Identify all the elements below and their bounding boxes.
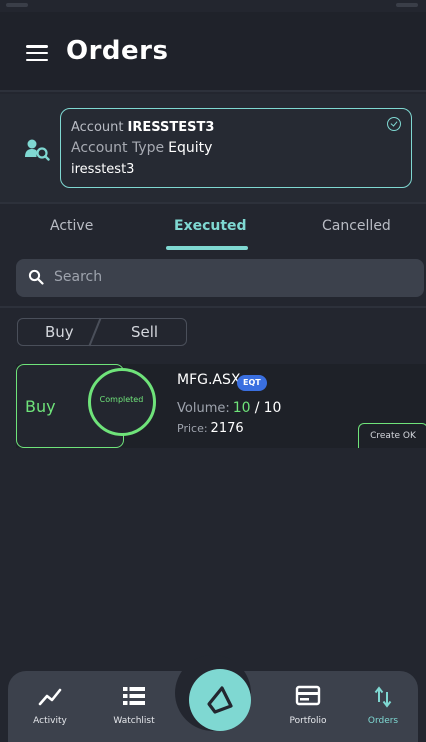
instrument-badge: EQT bbox=[237, 375, 267, 391]
nav-label: Orders bbox=[367, 716, 399, 726]
order-status: Completed bbox=[99, 395, 144, 404]
nav-label: Portfolio bbox=[289, 716, 327, 726]
list-icon bbox=[123, 687, 145, 705]
volume-filled: 10 bbox=[232, 400, 251, 416]
account-type-label: Account Type bbox=[71, 140, 165, 156]
volume-label: Volume: bbox=[177, 401, 230, 416]
account-user: iresstest3 bbox=[71, 162, 135, 177]
nav-item-watchlist[interactable]: Watchlist bbox=[100, 671, 168, 742]
volume-total: 10 bbox=[263, 400, 282, 416]
account-type-row: Account Type Equity bbox=[71, 140, 212, 156]
status-badge: Completed bbox=[88, 368, 156, 436]
divider bbox=[0, 90, 426, 92]
orders-arrows-icon bbox=[374, 686, 392, 708]
check-circle-icon bbox=[387, 117, 401, 131]
portfolio-icon bbox=[295, 685, 321, 706]
order-price: Price: 2176 bbox=[177, 421, 244, 436]
diamond-trade-icon bbox=[207, 686, 233, 714]
account-label: Account bbox=[71, 120, 124, 135]
app-header: Orders bbox=[0, 12, 426, 90]
account-row: Account IRESSTEST3 bbox=[71, 120, 214, 135]
price-value: 2176 bbox=[210, 421, 244, 436]
account-value: IRESSTEST3 bbox=[127, 120, 215, 135]
nav-label: Activity bbox=[33, 716, 67, 726]
nav-item-orders[interactable]: Orders bbox=[358, 671, 408, 742]
search-icon bbox=[28, 269, 44, 285]
nav-label: Watchlist bbox=[113, 716, 155, 726]
create-ok-button[interactable]: Create OK bbox=[358, 423, 426, 448]
account-search-icon[interactable] bbox=[24, 136, 50, 162]
account-type-value: Equity bbox=[168, 140, 213, 156]
account-card[interactable]: Account IRESSTEST3 Account Type Equity ire… bbox=[60, 108, 412, 188]
activity-chart-icon bbox=[38, 688, 62, 706]
order-volume: Volume: 10 / 10 bbox=[177, 400, 281, 416]
filter-buy-button[interactable]: Buy bbox=[45, 323, 74, 341]
tab-cancelled[interactable]: Cancelled bbox=[322, 218, 391, 234]
quick-trade-button[interactable] bbox=[189, 669, 251, 731]
status-indicator bbox=[396, 3, 418, 7]
price-label: Price: bbox=[177, 422, 208, 435]
nav-item-activity[interactable]: Activity bbox=[20, 671, 80, 742]
search-input[interactable]: Search bbox=[16, 259, 424, 297]
page-title: Orders bbox=[66, 36, 169, 66]
nav-item-portfolio[interactable]: Portfolio bbox=[276, 671, 340, 742]
order-tabs: Active Executed Cancelled bbox=[0, 204, 426, 252]
tab-executed[interactable]: Executed bbox=[174, 218, 247, 234]
order-side-label: Buy bbox=[25, 397, 56, 416]
filter-separator bbox=[88, 317, 102, 347]
side-filter: Buy Sell bbox=[17, 317, 187, 347]
status-indicator bbox=[6, 3, 28, 7]
tab-active[interactable]: Active bbox=[50, 218, 93, 234]
menu-icon[interactable] bbox=[26, 45, 48, 62]
status-bar bbox=[0, 0, 426, 12]
order-row[interactable]: Buy Completed MFG.ASX EQT Volume: 10 / 10… bbox=[16, 364, 426, 448]
order-symbol: MFG.ASX bbox=[177, 372, 241, 388]
tab-indicator bbox=[166, 246, 248, 250]
volume-separator: / bbox=[254, 400, 260, 416]
filter-sell-button[interactable]: Sell bbox=[131, 323, 158, 341]
search-placeholder: Search bbox=[54, 269, 103, 285]
